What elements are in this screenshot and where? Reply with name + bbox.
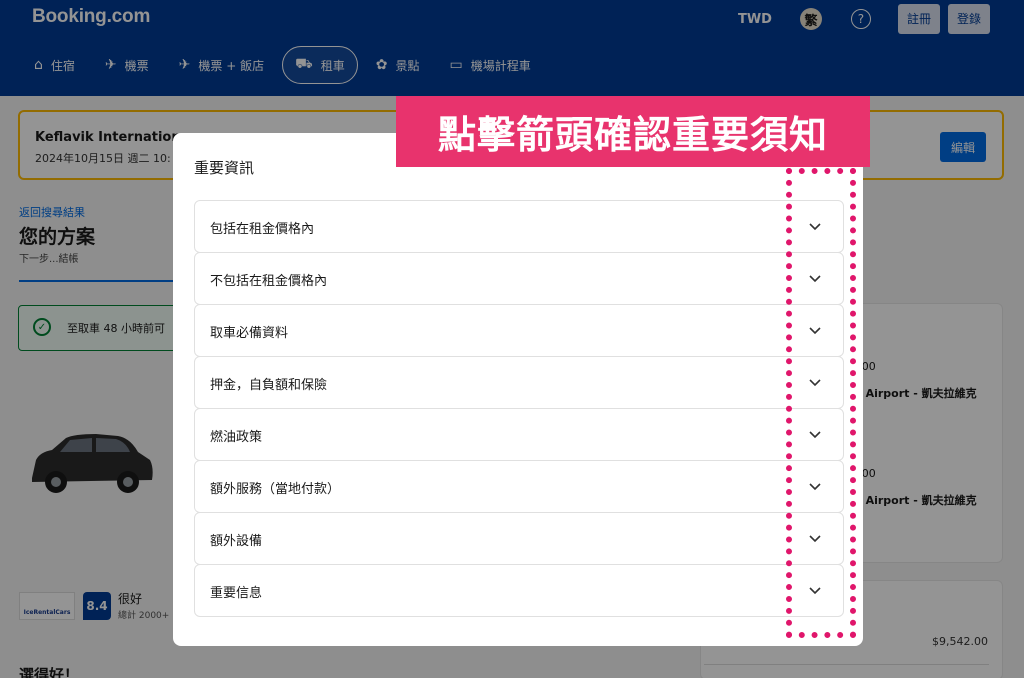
accordion-item[interactable]: 取車必備資料 xyxy=(194,304,844,357)
accordion-item[interactable]: 不包括在租金價格內 xyxy=(194,252,844,305)
modal-title: 重要資訊 xyxy=(194,159,255,177)
annotation-dotted-highlight xyxy=(786,168,856,638)
important-info-modal: 重要資訊 × 包括在租金價格內 不包括在租金價格內 取車必備資料 押金，自負額和… xyxy=(173,133,863,646)
accordion-item[interactable]: 額外設備 xyxy=(194,512,844,565)
accordion-item[interactable]: 額外服務（當地付款） xyxy=(194,460,844,513)
accordion-label: 重要信息 xyxy=(210,586,263,601)
accordion-label: 燃油政策 xyxy=(210,430,263,445)
annotation-text: 點擊箭頭確認重要須知 xyxy=(437,113,828,157)
accordion-item[interactable]: 重要信息 xyxy=(194,564,844,617)
accordion-item[interactable]: 燃油政策 xyxy=(194,408,844,461)
accordion-list: 包括在租金價格內 不包括在租金價格內 取車必備資料 押金，自負額和保險 燃油政策… xyxy=(194,200,844,617)
accordion-item[interactable]: 包括在租金價格內 xyxy=(194,200,844,253)
accordion-label: 額外服務（當地付款） xyxy=(210,482,341,497)
accordion-item[interactable]: 押金，自負額和保險 xyxy=(194,356,844,409)
accordion-label: 取車必備資料 xyxy=(210,326,289,341)
accordion-label: 押金，自負額和保險 xyxy=(210,378,328,393)
annotation-banner: 點擊箭頭確認重要須知 xyxy=(396,96,870,167)
accordion-label: 包括在租金價格內 xyxy=(210,222,315,237)
accordion-label: 額外設備 xyxy=(210,534,263,549)
accordion-label: 不包括在租金價格內 xyxy=(210,274,328,289)
